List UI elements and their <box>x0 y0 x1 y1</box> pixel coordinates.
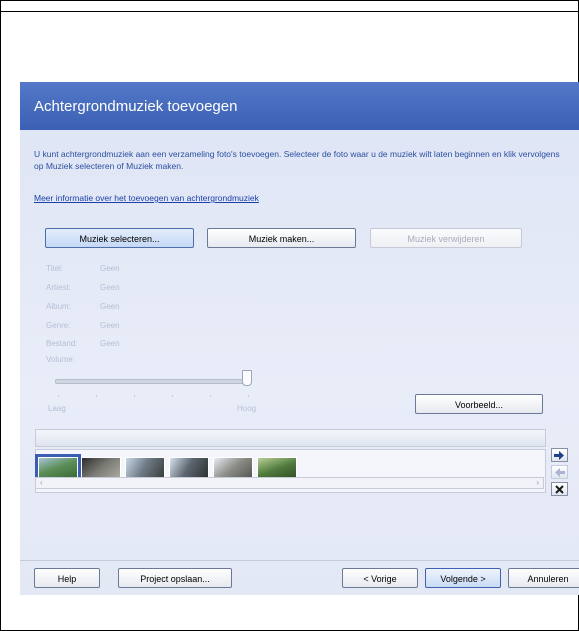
footer-separator <box>20 560 579 561</box>
field-value-artist: Geen <box>100 283 120 292</box>
slider-tick <box>58 395 59 397</box>
next-button[interactable]: Volgende > <box>425 568 501 588</box>
volume-high-label: Hoog <box>237 404 257 413</box>
preview-button[interactable]: Voorbeeld... <box>415 394 543 414</box>
save-project-button[interactable]: Project opslaan... <box>118 568 232 588</box>
volume-slider-thumb[interactable] <box>242 370 252 386</box>
select-music-button[interactable]: Muziek selecteren... <box>45 228 194 248</box>
previous-button[interactable]: < Vorige <box>342 568 418 588</box>
field-label-artist: Artiest: <box>46 283 71 292</box>
field-value-title: Geen <box>100 264 120 273</box>
field-label-file: Bestand: <box>46 339 78 348</box>
field-value-genre: Geen <box>100 321 120 330</box>
field-value-file: Geen <box>100 339 120 348</box>
scroll-left-icon[interactable]: ‹ <box>40 478 43 487</box>
arrow-left-icon[interactable] <box>551 465 568 479</box>
help-link[interactable]: Meer informatie over het toevoegen van a… <box>34 193 259 203</box>
dialog-title-bar: Achtergrondmuziek toevoegen <box>20 82 579 130</box>
photo-strip-scrollbar[interactable]: ‹ › <box>35 477 544 489</box>
slider-tick <box>96 395 97 397</box>
field-label-genre: Genre: <box>46 321 71 330</box>
scroll-right-icon[interactable]: › <box>536 478 539 487</box>
dialog-title: Achtergrondmuziek toevoegen <box>34 98 238 115</box>
window-header-divider <box>0 11 579 12</box>
volume-label: Volume: <box>46 355 75 364</box>
add-background-music-dialog: Achtergrondmuziek toevoegen U kunt achte… <box>20 82 579 595</box>
arrow-right-icon[interactable] <box>551 448 568 462</box>
help-button[interactable]: Help <box>34 568 100 588</box>
volume-low-label: Laag <box>48 404 66 413</box>
slider-tick <box>134 395 135 397</box>
create-music-button[interactable]: Muziek maken... <box>207 228 356 248</box>
volume-slider-track[interactable] <box>55 379 249 384</box>
field-value-album: Geen <box>100 302 120 311</box>
remove-music-button[interactable]: Muziek verwijderen <box>370 228 522 248</box>
dialog-description: U kunt achtergrondmuziek aan een verzame… <box>34 149 560 171</box>
field-label-album: Album: <box>46 302 71 311</box>
slider-tick <box>248 395 249 397</box>
music-timeline <box>35 429 546 447</box>
cancel-button[interactable]: Annuleren <box>508 568 579 588</box>
close-x-icon[interactable] <box>551 482 568 496</box>
slider-tick <box>172 395 173 397</box>
field-label-title: Titel: <box>46 264 64 273</box>
slider-tick <box>210 395 211 397</box>
